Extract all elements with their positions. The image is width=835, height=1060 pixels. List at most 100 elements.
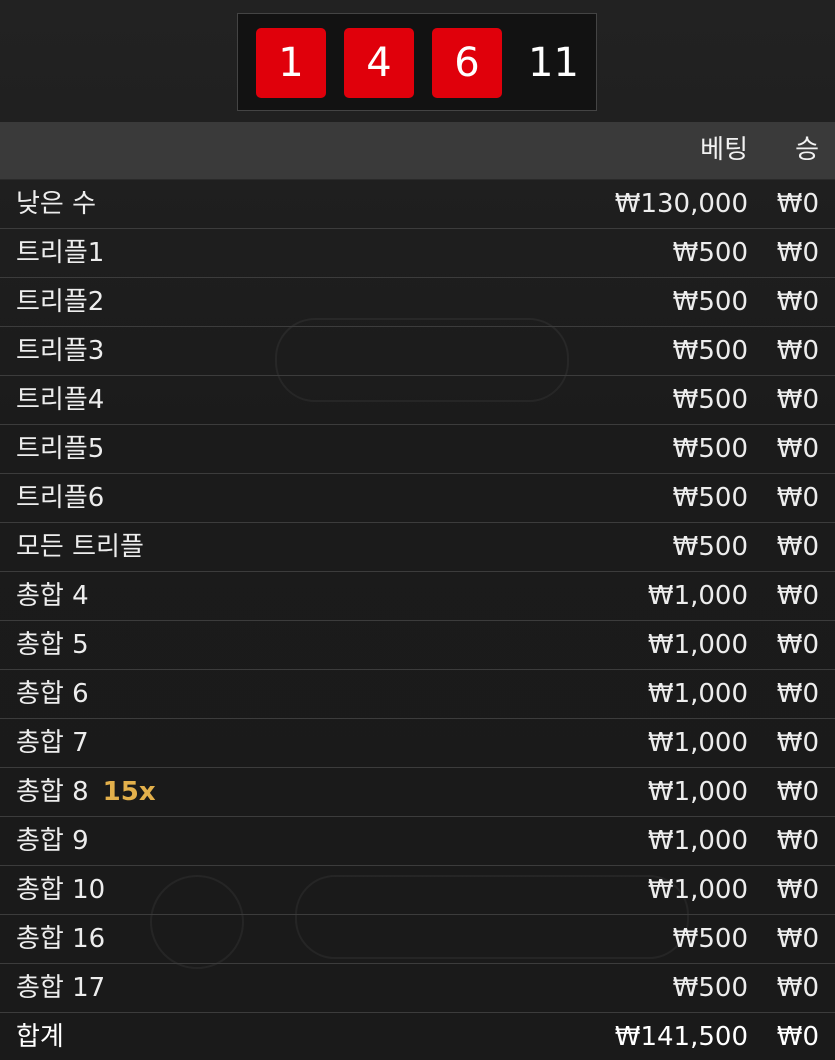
bet-name: 트리플5	[16, 425, 104, 473]
win-amount: ₩0	[776, 532, 819, 562]
win-amount: ₩0	[776, 875, 819, 905]
win-amount: ₩0	[776, 777, 819, 807]
table-row: 트리플3 ₩500 ₩0	[0, 327, 835, 376]
bet-name: 트리플3	[16, 327, 104, 375]
bet-amount: ₩1,000	[647, 875, 748, 905]
win-amount: ₩0	[776, 238, 819, 268]
bet-amount: ₩1,000	[647, 679, 748, 709]
bet-name-label: 총합 7	[16, 728, 89, 758]
bet-amount: ₩500	[672, 924, 748, 954]
win-amount: ₩0	[776, 483, 819, 513]
win-amount: ₩0	[776, 385, 819, 415]
table-row: 총합 4 ₩1,000 ₩0	[0, 572, 835, 621]
bet-name: 트리플4	[16, 376, 104, 424]
table-row: 총합 16 ₩500 ₩0	[0, 915, 835, 964]
table-row: 트리플4 ₩500 ₩0	[0, 376, 835, 425]
bet-name: 총합 10	[16, 866, 105, 914]
win-amount: ₩0	[776, 924, 819, 954]
bet-amount: ₩1,000	[647, 777, 748, 807]
bet-name-label: 총합 8	[16, 777, 89, 807]
win-amount: ₩0	[776, 826, 819, 856]
win-amount: ₩0	[776, 287, 819, 317]
win-amount: ₩0	[776, 189, 819, 219]
win-amount: ₩0	[776, 973, 819, 1003]
table-row: 총합 8 15x ₩1,000 ₩0	[0, 768, 835, 817]
bet-name: 총합 6	[16, 670, 89, 718]
bet-name: 총합 7	[16, 719, 89, 767]
table-row: 총합 7 ₩1,000 ₩0	[0, 719, 835, 768]
dice-result-bar: 1 4 6 11	[237, 13, 597, 111]
bet-amount: ₩500	[672, 483, 748, 513]
die-3: 6	[432, 28, 502, 98]
bet-name: 총합 8 15x	[16, 768, 156, 816]
die-2: 4	[344, 28, 414, 98]
bet-amount: ₩1,000	[647, 630, 748, 660]
table-row: 모든 트리플 ₩500 ₩0	[0, 523, 835, 572]
total-label: 합계	[16, 1022, 64, 1052]
bet-name-label: 트리플4	[16, 385, 105, 415]
bet-amount: ₩500	[672, 434, 748, 464]
win-amount: ₩0	[776, 434, 819, 464]
table-row: 총합 10 ₩1,000 ₩0	[0, 866, 835, 915]
bet-name: 총합 17	[16, 964, 105, 1012]
bet-name-label: 낮은 수	[16, 189, 97, 219]
bet-name-label: 트리플1	[16, 238, 105, 268]
bet-amount: ₩130,000	[614, 189, 748, 219]
bet-name: 모든 트리플	[16, 523, 144, 571]
bet-name-label: 총합 10	[16, 875, 106, 905]
dice-sum: 11	[528, 40, 579, 86]
bet-name: 트리플6	[16, 474, 104, 522]
header-win: 승	[795, 135, 819, 165]
bet-name-label: 모든 트리플	[16, 532, 144, 562]
win-amount: ₩0	[776, 336, 819, 366]
bet-amount: ₩500	[672, 385, 748, 415]
bet-name-label: 총합 9	[16, 826, 89, 856]
table-row: 트리플6 ₩500 ₩0	[0, 474, 835, 523]
header-bet: 베팅	[700, 135, 748, 165]
win-amount: ₩0	[776, 581, 819, 611]
table-row: 낮은 수 ₩130,000 ₩0	[0, 180, 835, 229]
bet-history-screen: 1 4 6 11 베팅 승 낮은 수 ₩130,000 ₩0 트리플1 ₩500 ₩0 트리…	[0, 0, 835, 1060]
bet-amount: ₩500	[672, 238, 748, 268]
win-amount: ₩0	[776, 679, 819, 709]
bet-name: 총합 9	[16, 817, 89, 865]
bet-amount: ₩500	[672, 336, 748, 366]
bet-name-label: 총합 5	[16, 630, 89, 660]
bet-amount: ₩1,000	[647, 826, 748, 856]
bet-name-label: 총합 6	[16, 679, 89, 709]
win-amount: ₩0	[776, 630, 819, 660]
bet-name: 낮은 수	[16, 180, 96, 228]
bet-name-label: 트리플5	[16, 434, 105, 464]
bet-name-label: 총합 16	[16, 924, 106, 954]
bet-table: 베팅 승 낮은 수 ₩130,000 ₩0 트리플1 ₩500 ₩0 트리플2 ₩500 ₩0 트…	[0, 122, 835, 1060]
table-row: 트리플1 ₩500 ₩0	[0, 229, 835, 278]
bet-amount: ₩500	[672, 287, 748, 317]
table-row: 총합 9 ₩1,000 ₩0	[0, 817, 835, 866]
total-win: ₩0	[776, 1022, 819, 1052]
die-1: 1	[256, 28, 326, 98]
bet-amount: ₩500	[672, 532, 748, 562]
table-header: 베팅 승	[0, 122, 835, 180]
bet-name-label: 총합 4	[16, 581, 89, 611]
bet-name-label: 트리플6	[16, 483, 105, 513]
bet-name: 트리플1	[16, 229, 104, 277]
win-amount: ₩0	[776, 728, 819, 758]
table-row: 총합 17 ₩500 ₩0	[0, 964, 835, 1013]
multiplier-badge: 15x	[102, 777, 156, 807]
table-row: 총합 6 ₩1,000 ₩0	[0, 670, 835, 719]
table-row: 트리플5 ₩500 ₩0	[0, 425, 835, 474]
bet-name-label: 트리플2	[16, 287, 105, 317]
table-body: 낮은 수 ₩130,000 ₩0 트리플1 ₩500 ₩0 트리플2 ₩500 ₩0 트리플3 ₩5…	[0, 180, 835, 1013]
total-row: 합계 ₩141,500 ₩0	[0, 1013, 835, 1060]
total-bet: ₩141,500	[614, 1022, 748, 1052]
bet-name: 총합 4	[16, 572, 89, 620]
bet-name: 트리플2	[16, 278, 104, 326]
table-row: 총합 5 ₩1,000 ₩0	[0, 621, 835, 670]
bet-name-label: 트리플3	[16, 336, 105, 366]
bet-name: 총합 16	[16, 915, 105, 963]
bet-amount: ₩1,000	[647, 728, 748, 758]
bet-amount: ₩500	[672, 973, 748, 1003]
bet-amount: ₩1,000	[647, 581, 748, 611]
bet-name-label: 총합 17	[16, 973, 106, 1003]
table-row: 트리플2 ₩500 ₩0	[0, 278, 835, 327]
